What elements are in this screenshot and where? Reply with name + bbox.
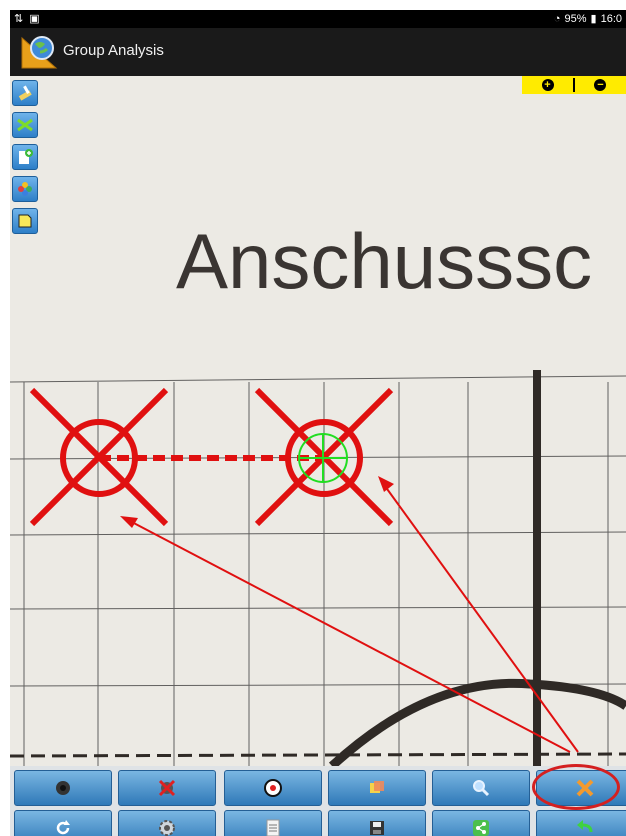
target-center-button[interactable] bbox=[224, 770, 322, 806]
target-center-line bbox=[533, 370, 541, 766]
battery-percent: 95% bbox=[564, 12, 587, 25]
zoom-out-button[interactable]: − bbox=[575, 76, 626, 94]
settings-button[interactable] bbox=[118, 810, 216, 836]
status-bar: ⇅ ▣ ◔ 95% ▮ 16:0 bbox=[10, 10, 626, 28]
app-frame: ⇅ ▣ ◔ 95% ▮ 16:0 Group Analysis Anschuss… bbox=[10, 10, 626, 836]
bullet-hole-icon bbox=[56, 781, 70, 795]
battery-icon: ▮ bbox=[590, 13, 597, 25]
clock: 16:0 bbox=[600, 12, 622, 25]
minus-circle-icon: − bbox=[594, 79, 607, 91]
magnify-icon bbox=[473, 780, 490, 797]
status-right: ◔ 95% ▮ 16:0 bbox=[553, 12, 622, 26]
notes-button[interactable] bbox=[328, 770, 426, 806]
zoom-controls: + − bbox=[522, 76, 626, 94]
new-document-tool-button[interactable] bbox=[12, 144, 38, 170]
refresh-button[interactable] bbox=[14, 810, 112, 836]
group-center-crosshair[interactable] bbox=[298, 433, 348, 483]
app-bar: Group Analysis bbox=[10, 28, 626, 76]
add-shot-button[interactable] bbox=[14, 770, 112, 806]
note-tool-button[interactable] bbox=[12, 208, 38, 234]
target-center-icon bbox=[264, 779, 282, 797]
remove-shot-icon bbox=[158, 779, 176, 797]
highlight-ring bbox=[532, 764, 620, 810]
remove-shot-button[interactable] bbox=[118, 770, 216, 806]
photos-icon bbox=[18, 182, 32, 196]
report-icon bbox=[266, 819, 280, 836]
undo-button[interactable] bbox=[536, 810, 626, 836]
app-title: Group Analysis bbox=[63, 42, 164, 59]
target-image-area[interactable]: Anschusssc bbox=[10, 76, 626, 766]
usb-icon: ⇅ bbox=[14, 13, 24, 25]
report-button[interactable] bbox=[224, 810, 322, 836]
share-icon bbox=[473, 820, 489, 836]
note-icon bbox=[18, 214, 32, 228]
brush-tool-button[interactable] bbox=[12, 80, 38, 106]
zoom-in-button[interactable]: + bbox=[522, 76, 573, 94]
undo-icon bbox=[577, 820, 593, 833]
shuffle-tool-button[interactable] bbox=[12, 112, 38, 138]
target-canvas[interactable]: Anschusssc bbox=[10, 76, 626, 766]
add-document-icon bbox=[19, 149, 33, 164]
photos-tool-button[interactable] bbox=[12, 176, 38, 202]
save-button[interactable] bbox=[328, 810, 426, 836]
image-notification-icon: ▣ bbox=[29, 13, 40, 25]
notes-icon bbox=[370, 781, 384, 793]
save-icon bbox=[370, 821, 384, 835]
brush-icon bbox=[18, 85, 32, 101]
wifi-icon: ◔ bbox=[553, 12, 561, 25]
settings-icon bbox=[159, 820, 175, 836]
magnify-button[interactable] bbox=[432, 770, 530, 806]
target-heading: Anschusssc bbox=[176, 217, 592, 305]
bottom-toolbar bbox=[10, 764, 626, 836]
share-button[interactable] bbox=[432, 810, 530, 836]
app-logo-icon[interactable] bbox=[20, 34, 58, 70]
plus-circle-icon: + bbox=[541, 79, 554, 91]
left-toolbar bbox=[12, 80, 40, 240]
status-left-icons: ⇅ ▣ bbox=[14, 12, 40, 25]
refresh-icon bbox=[56, 820, 70, 835]
shuffle-icon bbox=[17, 118, 33, 132]
